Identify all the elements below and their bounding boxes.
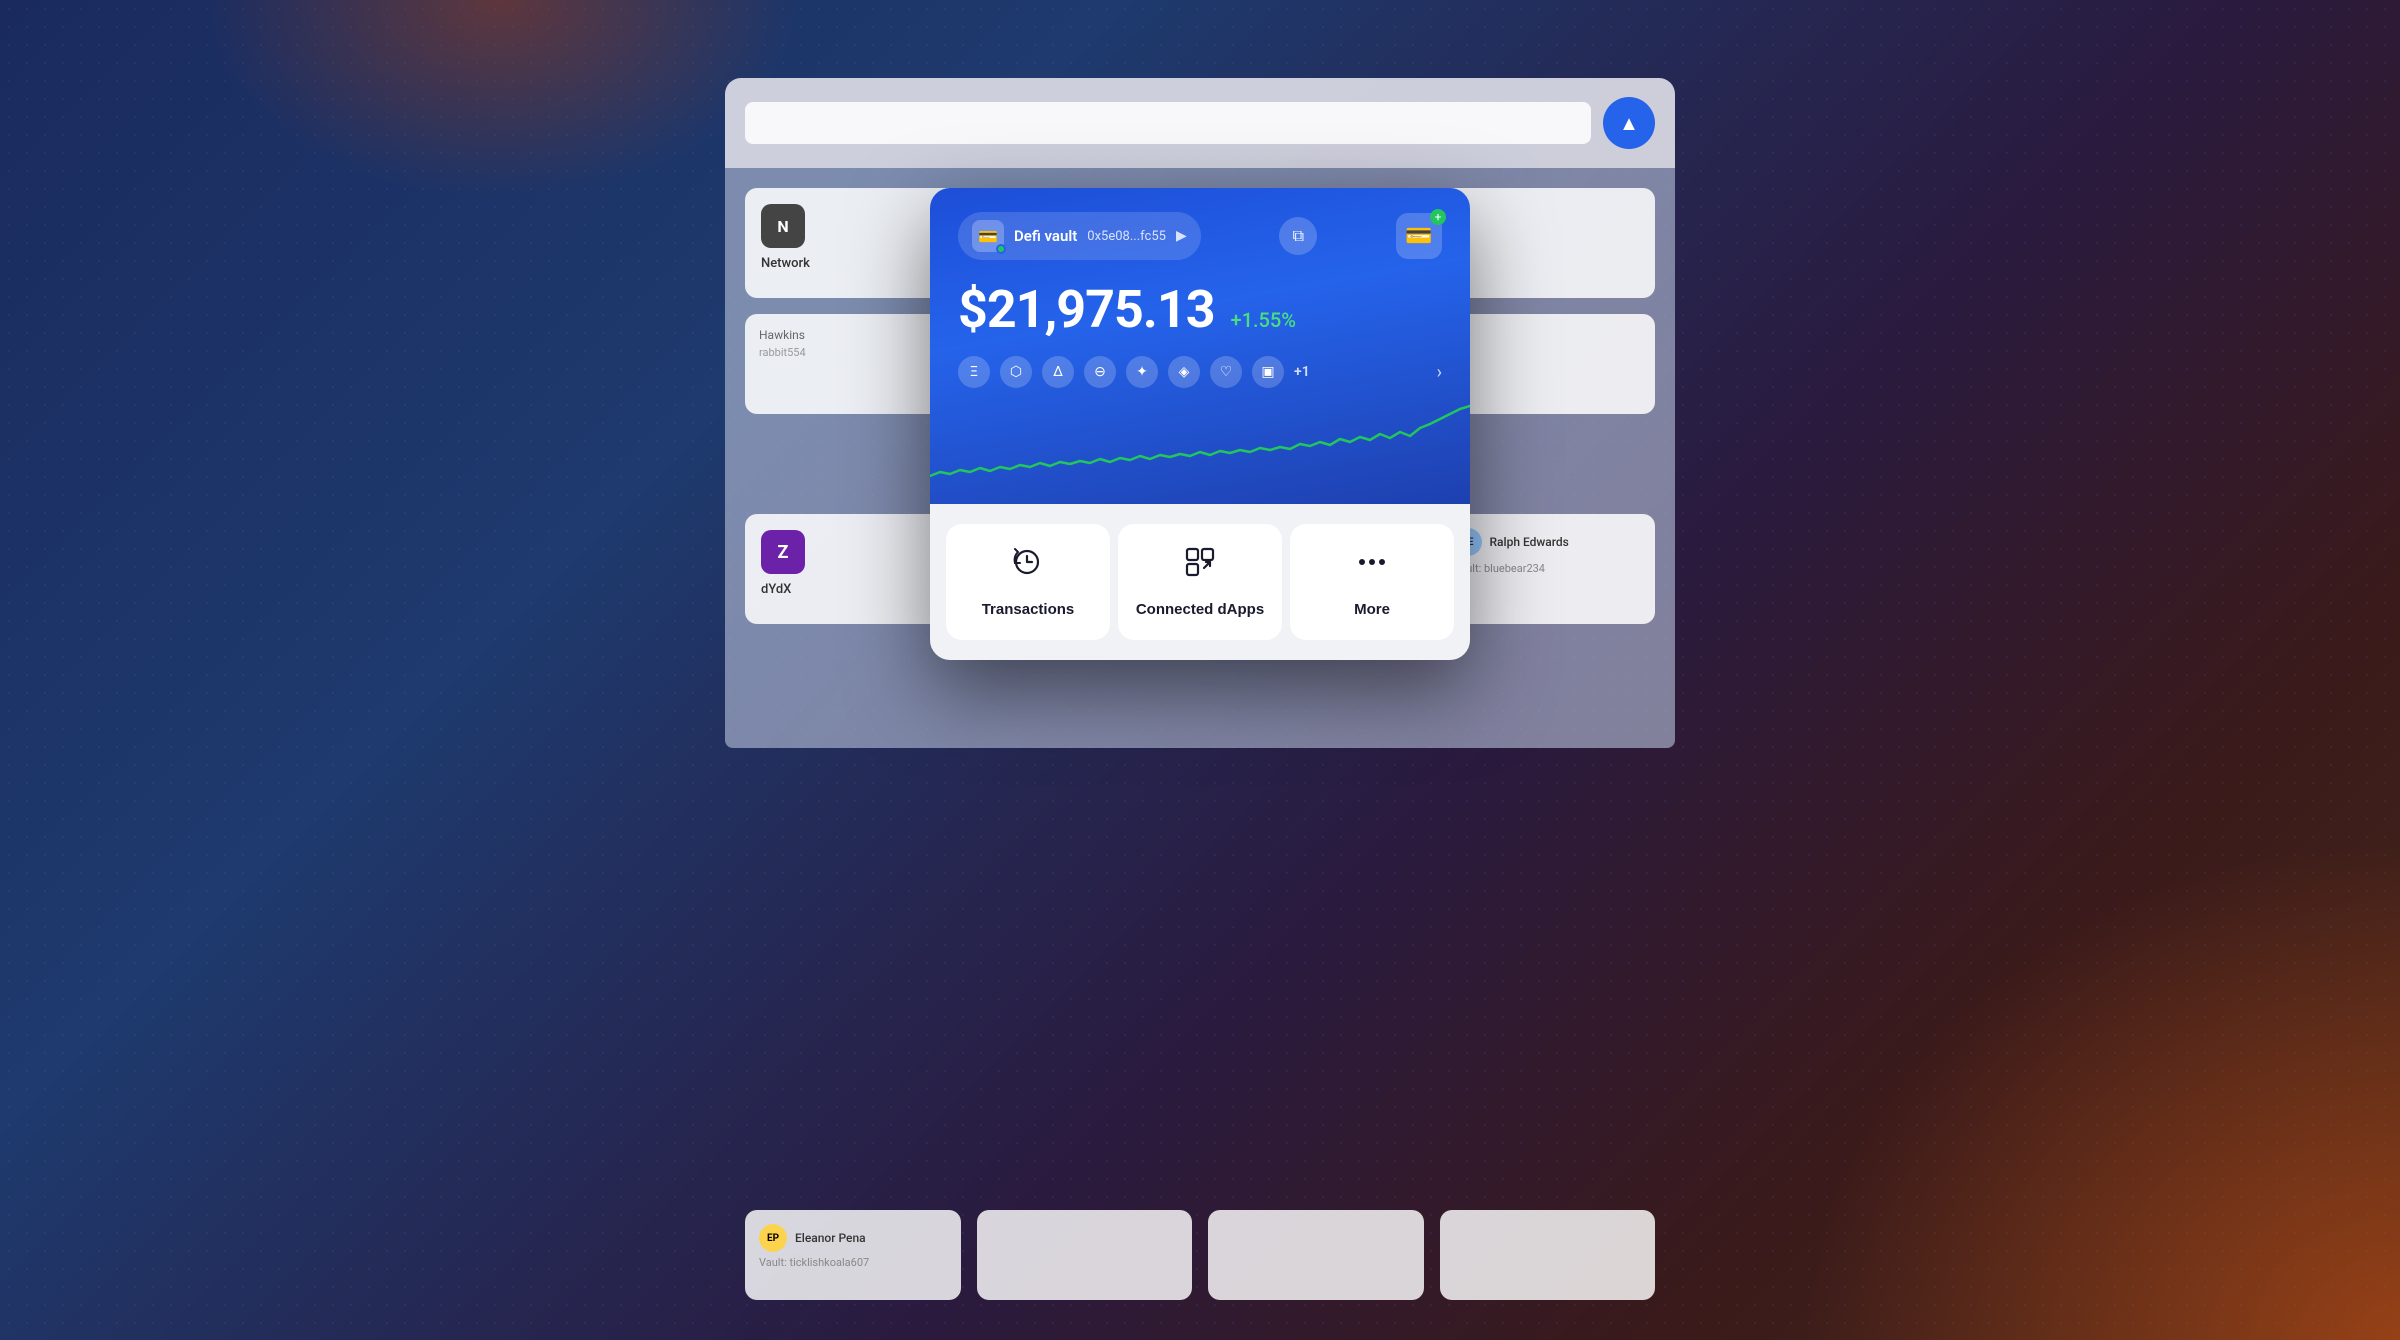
add-vault-button[interactable]: 💳 xyxy=(1396,213,1442,259)
chains-more-label[interactable]: +1 xyxy=(1294,364,1310,380)
more-label: More xyxy=(1354,600,1390,620)
card-icon: 💳 xyxy=(978,227,998,246)
actions-grid: Transactions Connected dApps xyxy=(946,524,1454,640)
dapps-icon xyxy=(1182,544,1218,588)
browser-bar: ▲ xyxy=(725,78,1675,168)
bg-bottom-card-2 xyxy=(977,1210,1193,1300)
bg-card-extra2 xyxy=(1440,314,1656,414)
gnosis-icon: ⊖ xyxy=(1094,364,1106,380)
vault-name: Defi vault xyxy=(1014,227,1077,245)
eth-icon: Ξ xyxy=(970,364,978,380)
connected-dapps-button[interactable]: Connected dApps xyxy=(1118,524,1282,640)
more-button[interactable]: More xyxy=(1290,524,1454,640)
chain-icon-eth[interactable]: Ξ xyxy=(958,356,990,388)
chain-icon-arbitrum[interactable]: Δ xyxy=(1042,356,1074,388)
popup-header: 💳 Defi vault 0x5e08...fc55 ▶ ⧉ 💳 xyxy=(958,212,1442,260)
copy-address-button[interactable]: ⧉ xyxy=(1279,217,1317,255)
popup-card: 💳 Defi vault 0x5e08...fc55 ▶ ⧉ 💳 $21,975… xyxy=(930,188,1470,660)
balance-section: $21,975.13 +1.55% xyxy=(958,284,1442,336)
chain-icon-star[interactable]: ✦ xyxy=(1126,356,1158,388)
square-icon: ▣ xyxy=(1261,364,1274,380)
star-icon: ✦ xyxy=(1136,364,1148,380)
chain-icon-link[interactable]: ⬡ xyxy=(1000,356,1032,388)
chain-icon-square[interactable]: ▣ xyxy=(1252,356,1284,388)
vault-dropdown-icon: ▶ xyxy=(1176,228,1187,244)
heart-icon: ♡ xyxy=(1220,364,1233,380)
vault-address: 0x5e08...fc55 xyxy=(1087,229,1166,244)
bg-card-ralph: RE Ralph Edwards Vault: bluebear234 xyxy=(1440,514,1656,624)
browser-address-bar[interactable] xyxy=(745,102,1591,144)
transactions-button[interactable]: Transactions xyxy=(946,524,1110,640)
copy-icon: ⧉ xyxy=(1293,226,1304,246)
connected-dapps-label: Connected dApps xyxy=(1136,600,1264,620)
arrow-up-icon: ▲ xyxy=(1619,111,1639,136)
balance-change: +1.55% xyxy=(1231,308,1297,332)
bg-bottom-card-1: EP Eleanor Pena Vault: ticklishkoala607 xyxy=(745,1210,961,1300)
chain-icon-gnosis[interactable]: ⊖ xyxy=(1084,356,1116,388)
popup-bottom-section: Transactions Connected dApps xyxy=(930,504,1470,660)
bg-card-dydx-name: dYdX xyxy=(761,582,945,597)
price-chart xyxy=(930,404,1470,504)
orange-glow-top xyxy=(200,0,800,200)
bg-card-network-name: Network xyxy=(761,256,945,271)
bg-bottom-card-4 xyxy=(1440,1210,1656,1300)
link-icon: ⬡ xyxy=(1010,364,1022,380)
bg-card-hawkins: Hawkins rabbit554 xyxy=(745,314,961,414)
transactions-icon xyxy=(1010,544,1046,588)
bg-bottom-card-3 xyxy=(1208,1210,1424,1300)
bg-bottom-row: EP Eleanor Pena Vault: ticklishkoala607 xyxy=(725,1210,1675,1300)
chain-icon-diamond[interactable]: ◈ xyxy=(1168,356,1200,388)
chains-next-icon[interactable]: › xyxy=(1437,362,1442,383)
balance-amount: $21,975.13 xyxy=(958,279,1215,340)
more-icon xyxy=(1354,544,1390,588)
chains-row: Ξ ⬡ Δ ⊖ ✦ ◈ ♡ xyxy=(958,356,1442,388)
wallet-icon: 💳 xyxy=(1405,224,1432,249)
vault-icon: 💳 xyxy=(972,220,1004,252)
browser-action-button[interactable]: ▲ xyxy=(1603,97,1655,149)
chain-icon-heart[interactable]: ♡ xyxy=(1210,356,1242,388)
arb-icon: Δ xyxy=(1053,364,1063,380)
vault-selector[interactable]: 💳 Defi vault 0x5e08...fc55 ▶ xyxy=(958,212,1201,260)
bg-card-network: N Network xyxy=(745,188,961,298)
chart-area xyxy=(930,404,1470,504)
transactions-label: Transactions xyxy=(982,600,1075,620)
bg-card-empty xyxy=(1440,188,1656,298)
orange-glow-bottom xyxy=(1800,840,2400,1340)
popup-top-section: 💳 Defi vault 0x5e08...fc55 ▶ ⧉ 💳 $21,975… xyxy=(930,188,1470,504)
bg-card-dydx: Z dYdX xyxy=(745,514,961,624)
active-dot xyxy=(996,244,1006,254)
diamond-icon: ◈ xyxy=(1179,364,1190,380)
